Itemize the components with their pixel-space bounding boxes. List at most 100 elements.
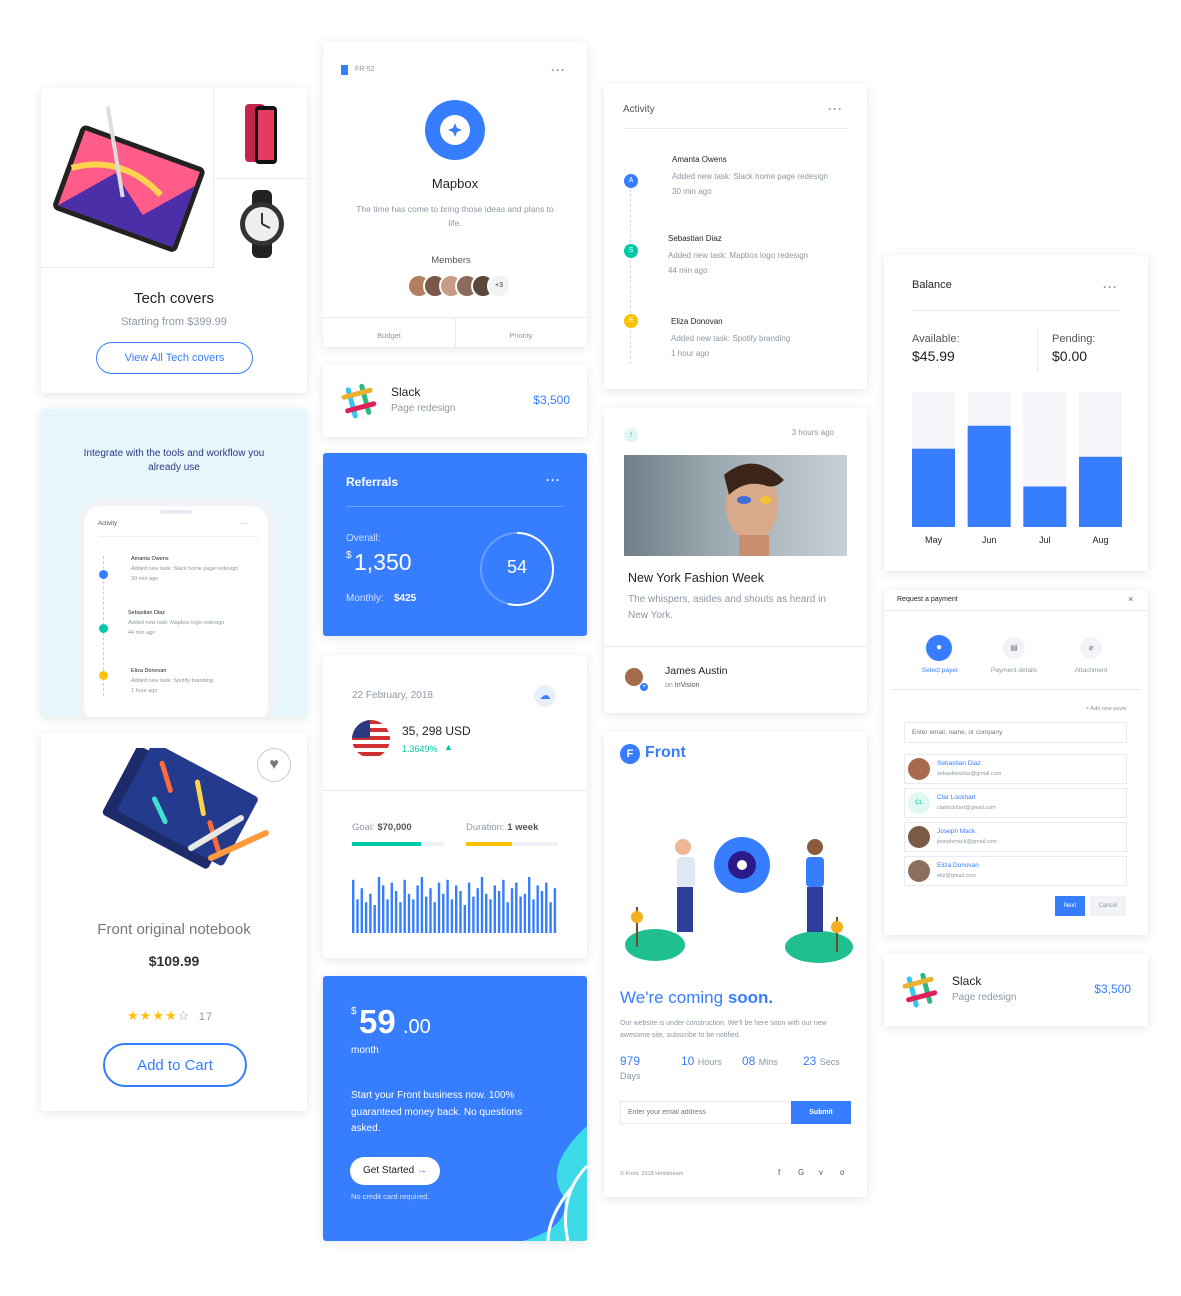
fashion-divider [604,646,867,647]
add-new-payer-link[interactable]: + Add new payer [1064,706,1127,712]
payer-row[interactable]: CL Clar Lockhart clarlockhart@gmail.com [904,788,1127,818]
phone-item-1-name: Amanta Owens [131,556,169,562]
balance-bar [1023,486,1067,527]
task-tag: FR-52 [355,66,375,73]
coming-title-b: soon. [727,988,774,1007]
finance-bar [515,882,518,933]
activity-avatar-e: E [624,314,638,328]
phone-dot-a [99,570,108,579]
referrals-card: Referrals ··· Overall: $ 1,350 Monthly: … [323,453,587,636]
notebook-price: $109.99 [148,953,200,969]
goal-value: $70,000 [377,822,412,833]
payer-row[interactable]: Joseph Mack josephmack@gmail.com [904,822,1127,852]
arrow-right-icon: → [416,1165,427,1176]
activity-item-1-time: 30 min ago [672,187,712,196]
slack-card-2: Slack Page redesign $3,500 [884,954,1148,1026]
coming-title-a: We're coming [620,988,728,1007]
author-name[interactable]: James Austin [665,665,727,677]
balance-divider [912,310,1120,311]
email-input[interactable] [620,1101,792,1124]
duration-text: Duration: 1 week [466,822,538,833]
phone-item-3: Eliza Donovan Added new task: Spotify br… [131,666,241,696]
balance-month-label: May [925,535,943,545]
phone-item-3-time: 1 hour ago [131,688,158,694]
balance-month-label: Jun [982,535,997,545]
social-twitter-icon[interactable]: v [819,1168,823,1177]
balance-bar [967,425,1011,527]
goal-progress-fill [352,842,421,846]
fashion-title[interactable]: New York Fashion Week [628,571,764,585]
finance-bar [407,893,411,933]
slack-card: Slack Page redesign $3,500 [323,365,587,437]
finance-bar [476,888,479,933]
activity-item-3: Eliza Donovan Added new task: Spotify br… [671,314,831,361]
step-attachment[interactable]: ⌀ [1080,637,1102,659]
hours-value: 10 [681,1054,695,1068]
payer-email: sebastiandiaz@gmail.com [937,771,1002,777]
finance-bar [553,888,557,933]
finance-bar [463,905,466,933]
balance-more-icon[interactable]: ··· [1103,280,1118,294]
payment-title: Request a payment [897,596,958,603]
submit-button[interactable]: Submit [791,1101,851,1124]
mapbox-footer: Budget Priority [323,317,587,347]
coming-soon-illustration [619,817,854,967]
payer-email: clarlockhart@gmail.com [937,805,996,811]
trending-up-icon: ↑ [624,428,638,442]
members-more-badge[interactable]: +3 [487,274,511,298]
duration-progress-fill [466,842,512,846]
finance-bar [536,885,539,933]
activity-divider [623,128,849,129]
tech-subtitle: Starting from $399.99 [121,316,227,328]
overall-value: 1,350 [354,549,412,575]
finance-bar [377,877,381,933]
payer-search-input[interactable] [904,722,1127,743]
step-attachment-label: Attachment [1074,667,1108,674]
next-button[interactable]: Next [1055,896,1085,916]
view-all-tech-button[interactable]: View All Tech covers [96,342,253,374]
duration-value: 1 week [507,822,539,833]
phone-dots-icon: ··· [240,519,248,528]
activity-item-1-text: Added new task: Slack home page redesign [672,172,829,181]
social-google-icon[interactable]: G [798,1168,804,1177]
more-options-icon[interactable]: ··· [551,63,566,77]
payer-row[interactable]: Eliza Donovan eliz@gmail.com [904,856,1127,886]
referrals-more-icon[interactable]: ··· [546,473,561,487]
monthly-value: $425 [394,593,417,604]
rating-stars: ★★★★☆ 17 [127,1008,213,1024]
cancel-button[interactable]: Cancel [1090,896,1126,916]
tablet-image [41,88,214,268]
balance-title: Balance [912,279,952,291]
finance-bar [399,902,402,933]
finance-bar [429,888,432,933]
pending-value: $0.00 [1052,348,1088,364]
activity-item-1-name: Amanta Owens [672,155,727,164]
finance-bar [369,893,372,933]
balance-card: Balance ··· Available: $45.99 Pending: $… [884,255,1148,571]
cloud-download-icon[interactable]: ☁ [534,685,556,707]
countdown-days: 979 Days [620,1054,641,1081]
activity-more-icon[interactable]: ··· [828,102,843,116]
payer-row[interactable]: Sebastian Diaz sebastiandiaz@gmail.com [904,754,1127,784]
step-select-payer[interactable]: ● [924,635,954,661]
days-unit: Days [620,1071,641,1081]
finance-divider [323,790,587,791]
star-empty-icon: ☆ [177,1008,191,1023]
priority-label: Priority [509,331,533,340]
budget-label: Budget [377,331,401,340]
add-to-cart-button[interactable]: Add to Cart [103,1043,247,1087]
finance-bar [497,891,501,933]
fashion-desc: The whispers, asides and shouts as heard… [628,594,826,621]
get-started-button[interactable]: Get Started → [350,1157,440,1185]
social-facebook-icon[interactable]: f [778,1168,780,1177]
step-payment-details[interactable]: ▤ [1003,637,1025,659]
social-github-icon[interactable]: o [840,1168,844,1177]
close-icon[interactable]: × [1128,594,1133,604]
finance-bar [493,885,496,933]
step-select-payer-label: Select payer [921,667,959,674]
payer-name: Sebastian Diaz [937,760,981,767]
activity-item-2: Sebastian Diaz Added new task: Mapbox lo… [668,231,828,278]
finance-bar [506,902,509,933]
monthly-label: Monthly: [346,593,384,604]
pricing-card: $ 59 .00 month Start your Front business… [323,976,587,1241]
